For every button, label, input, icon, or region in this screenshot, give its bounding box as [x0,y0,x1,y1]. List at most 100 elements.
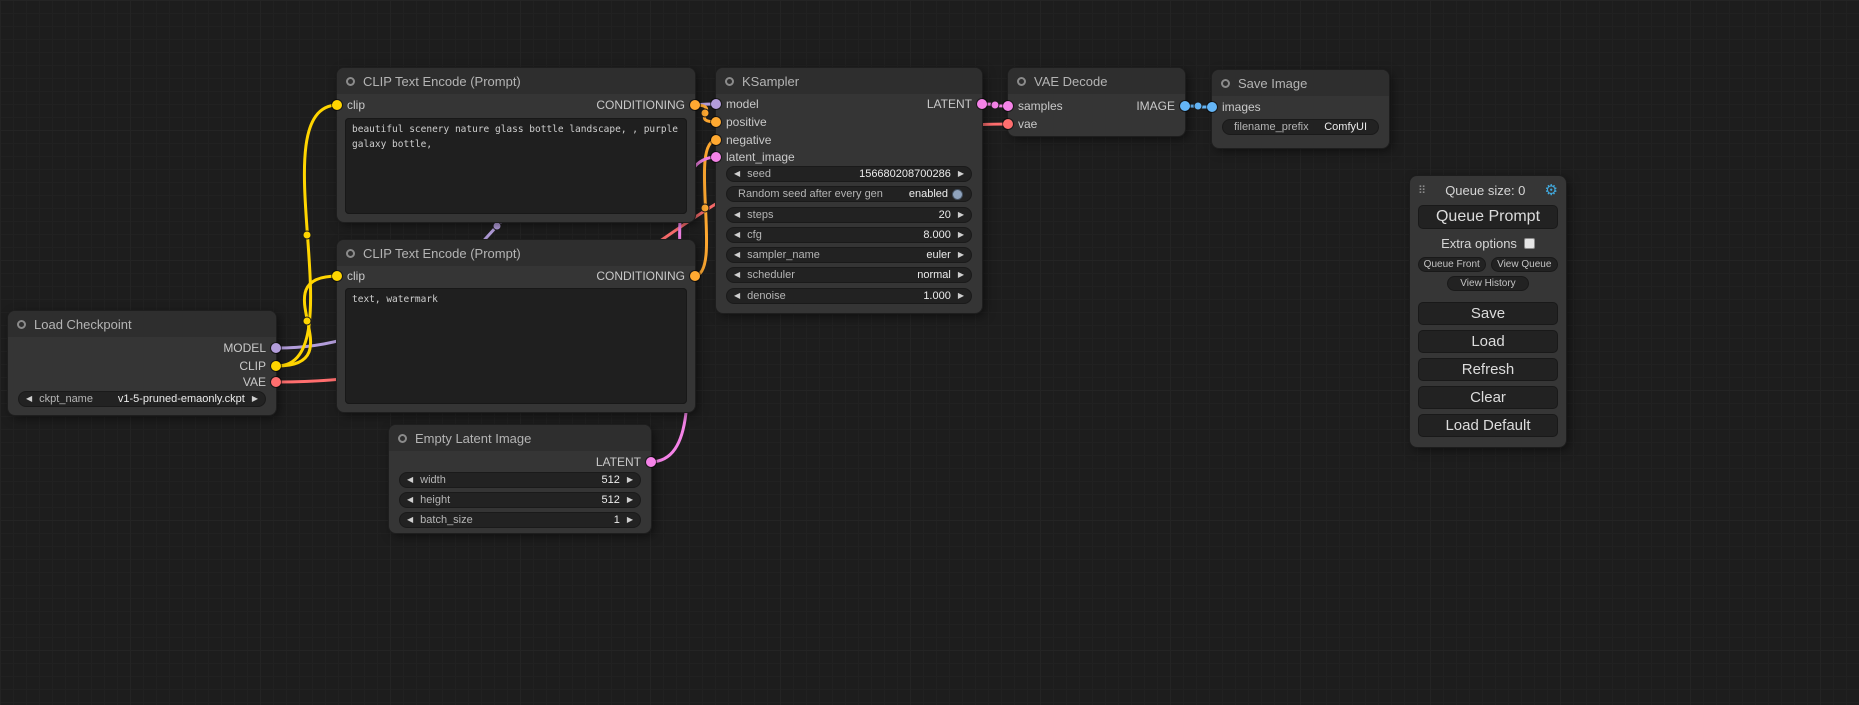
images-input-dot[interactable] [1207,102,1217,112]
clip-output-dot[interactable] [271,361,281,371]
increment-arrow-icon[interactable]: ▶ [627,516,633,524]
save-button[interactable]: Save [1418,302,1558,325]
latent-image-input-dot[interactable] [711,152,721,162]
increment-arrow-icon[interactable]: ▶ [958,211,964,219]
node-graph-canvas[interactable]: Load Checkpoint MODEL CLIP VAE ◀ ckpt_na… [0,0,1859,705]
cfg-widget[interactable]: ◀ cfg 8.000 ▶ [726,227,972,243]
node-title: Load Checkpoint [34,317,132,332]
latent-output-dot[interactable] [977,99,987,109]
clip-input-dot[interactable] [332,271,342,281]
latent-output-dot[interactable] [646,457,656,467]
drag-handle-icon[interactable]: ⠿ [1418,184,1426,197]
decrement-arrow-icon[interactable]: ◀ [734,251,740,259]
filename-prefix-widget[interactable]: filename_prefix ComfyUI [1222,119,1379,135]
node-empty-latent-image[interactable]: Empty Latent Image LATENT ◀ width 512 ▶ … [389,425,651,533]
settings-gear-icon[interactable]: ⚙ [1545,183,1558,198]
slot-label: CONDITIONING [596,269,685,283]
batch-size-widget[interactable]: ◀ batch_size 1 ▶ [399,512,641,528]
output-slot-model: MODEL [223,342,281,354]
increment-arrow-icon[interactable]: ▶ [958,271,964,279]
collapse-dot-icon[interactable] [1017,77,1026,86]
node-title-bar[interactable]: VAE Decode [1008,68,1185,94]
negative-input-dot[interactable] [711,135,721,145]
seed-widget[interactable]: ◀ seed 156680208700286 ▶ [726,166,972,182]
input-slot-negative: negative [711,134,771,146]
node-title-bar[interactable]: CLIP Text Encode (Prompt) [337,68,695,94]
collapse-dot-icon[interactable] [725,77,734,86]
random-seed-widget[interactable]: Random seed after every gen enabled [726,186,972,202]
output-slot-conditioning: CONDITIONING [596,270,700,282]
node-title-bar[interactable]: KSampler [716,68,982,94]
conditioning-output-dot[interactable] [690,100,700,110]
vae-output-dot[interactable] [271,377,281,387]
increment-arrow-icon[interactable]: ▶ [958,170,964,178]
increment-arrow-icon[interactable]: ▶ [627,476,633,484]
positive-input-dot[interactable] [711,117,721,127]
slot-label: MODEL [223,341,266,355]
clear-button[interactable]: Clear [1418,386,1558,409]
increment-arrow-icon[interactable]: ▶ [958,292,964,300]
input-slot-samples: samples [1003,100,1063,112]
conditioning-output-dot[interactable] [690,271,700,281]
node-save-image[interactable]: Save Image images filename_prefix ComfyU… [1212,70,1389,148]
collapse-dot-icon[interactable] [398,434,407,443]
node-clip-text-encode-negative[interactable]: CLIP Text Encode (Prompt) clip CONDITION… [337,240,695,412]
model-output-dot[interactable] [271,343,281,353]
queue-prompt-button[interactable]: Queue Prompt [1418,205,1558,229]
output-slot-clip: CLIP [239,360,281,372]
decrement-arrow-icon[interactable]: ◀ [407,476,413,484]
wire-conditioning-positive-midpoint-dot [701,109,709,117]
decrement-arrow-icon[interactable]: ◀ [26,395,32,403]
model-input-dot[interactable] [711,99,721,109]
refresh-button[interactable]: Refresh [1418,358,1558,381]
load-default-button[interactable]: Load Default [1418,414,1558,437]
node-title: CLIP Text Encode (Prompt) [363,246,521,261]
sampler-name-widget[interactable]: ◀ sampler_name euler ▶ [726,247,972,263]
slot-label: CONDITIONING [596,98,685,112]
decrement-arrow-icon[interactable]: ◀ [734,211,740,219]
view-history-button[interactable]: View History [1447,276,1528,291]
node-title-bar[interactable]: Save Image [1212,70,1389,96]
queue-buttons-row: Queue Front View Queue [1418,257,1558,272]
image-output-dot[interactable] [1180,101,1190,111]
queue-front-button[interactable]: Queue Front [1418,257,1486,272]
widget-value: 8.000 [923,229,951,241]
view-queue-button[interactable]: View Queue [1491,257,1559,272]
scheduler-widget[interactable]: ◀ scheduler normal ▶ [726,267,972,283]
decrement-arrow-icon[interactable]: ◀ [734,231,740,239]
prompt-textarea[interactable]: text, watermark [345,288,687,404]
ckpt-name-widget[interactable]: ◀ ckpt_name v1-5-pruned-emaonly.ckpt ▶ [18,391,266,407]
node-load-checkpoint[interactable]: Load Checkpoint MODEL CLIP VAE ◀ ckpt_na… [8,311,276,415]
node-ksampler[interactable]: KSampler model positive negative latent_… [716,68,982,313]
node-title-bar[interactable]: Load Checkpoint [8,311,276,337]
increment-arrow-icon[interactable]: ▶ [958,251,964,259]
height-widget[interactable]: ◀ height 512 ▶ [399,492,641,508]
random-seed-toggle[interactable] [952,189,963,200]
prompt-textarea[interactable]: beautiful scenery nature glass bottle la… [345,118,687,214]
increment-arrow-icon[interactable]: ▶ [627,496,633,504]
widget-label: filename_prefix [1234,121,1309,133]
width-widget[interactable]: ◀ width 512 ▶ [399,472,641,488]
collapse-dot-icon[interactable] [346,77,355,86]
node-title-bar[interactable]: Empty Latent Image [389,425,651,451]
collapse-dot-icon[interactable] [1221,79,1230,88]
extra-options-checkbox[interactable] [1524,238,1535,249]
decrement-arrow-icon[interactable]: ◀ [734,170,740,178]
clip-input-dot[interactable] [332,100,342,110]
samples-input-dot[interactable] [1003,101,1013,111]
collapse-dot-icon[interactable] [346,249,355,258]
decrement-arrow-icon[interactable]: ◀ [734,271,740,279]
increment-arrow-icon[interactable]: ▶ [958,231,964,239]
vae-input-dot[interactable] [1003,119,1013,129]
node-clip-text-encode-positive[interactable]: CLIP Text Encode (Prompt) clip CONDITION… [337,68,695,222]
node-title-bar[interactable]: CLIP Text Encode (Prompt) [337,240,695,266]
steps-widget[interactable]: ◀ steps 20 ▶ [726,207,972,223]
load-button[interactable]: Load [1418,330,1558,353]
denoise-widget[interactable]: ◀ denoise 1.000 ▶ [726,288,972,304]
node-vae-decode[interactable]: VAE Decode samples vae IMAGE [1008,68,1185,136]
increment-arrow-icon[interactable]: ▶ [252,395,258,403]
decrement-arrow-icon[interactable]: ◀ [407,496,413,504]
collapse-dot-icon[interactable] [17,320,26,329]
decrement-arrow-icon[interactable]: ◀ [407,516,413,524]
decrement-arrow-icon[interactable]: ◀ [734,292,740,300]
